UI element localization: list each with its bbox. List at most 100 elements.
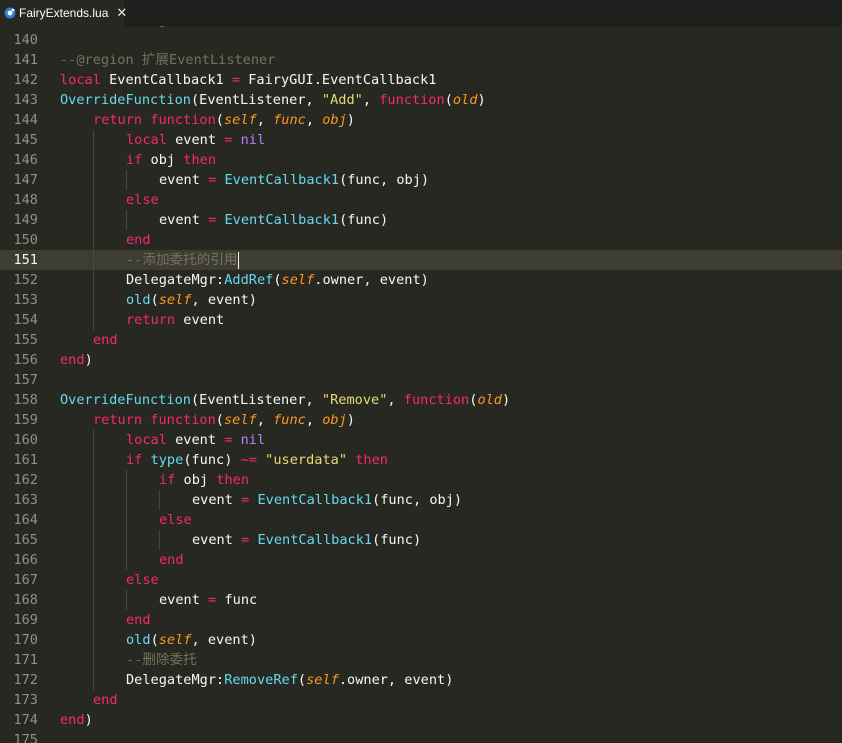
code-token: obj xyxy=(322,412,347,428)
code-text: end) xyxy=(60,350,93,370)
code-lines: 139--@endregion140141--@region 扩展EventLi… xyxy=(0,26,842,743)
code-line[interactable]: 165 event = EventCallback1(func) xyxy=(0,530,842,550)
code-token: return xyxy=(93,112,143,128)
code-line[interactable]: 145 local event = nil xyxy=(0,130,842,150)
code-token: ( xyxy=(215,112,224,128)
indent-guide xyxy=(93,610,94,630)
code-token: EventCallback1 xyxy=(257,532,373,548)
line-number: 169 xyxy=(13,612,38,628)
code-text: else xyxy=(126,190,159,210)
code-line[interactable]: 170 old(self, event) xyxy=(0,630,842,650)
code-text: local event = nil xyxy=(126,130,265,150)
line-number: 154 xyxy=(13,312,38,328)
code-line[interactable]: 157 xyxy=(0,370,842,390)
code-token: else xyxy=(126,192,159,208)
code-line[interactable]: 174 end) xyxy=(0,710,842,730)
code-text: return function(self, func, obj) xyxy=(93,110,355,130)
line-number: 141 xyxy=(13,52,38,68)
code-line[interactable]: 162 if obj then xyxy=(0,470,842,490)
code-token: end xyxy=(126,232,151,248)
code-text: else xyxy=(159,510,192,530)
code-line[interactable]: 152 DelegateMgr:AddRef(self.owner, event) xyxy=(0,270,842,290)
code-token: , xyxy=(362,92,380,108)
line-number: 144 xyxy=(13,112,38,128)
code-token: OverrideFunction xyxy=(60,92,191,108)
indent-guide xyxy=(93,630,94,650)
code-line[interactable]: 158 OverrideFunction(EventListener, "Remo… xyxy=(0,390,842,410)
code-line[interactable]: 151 --添加委托的引用 xyxy=(0,250,842,270)
code-token: func xyxy=(216,592,258,608)
code-line[interactable]: 142 local EventCallback1 = FairyGUI.Event… xyxy=(0,70,842,90)
code-token: , event) xyxy=(191,632,257,648)
code-token: event xyxy=(192,532,242,548)
code-text: end xyxy=(159,550,184,570)
line-number: 157 xyxy=(13,372,38,388)
code-token: AddRef xyxy=(224,272,274,288)
code-token: func xyxy=(273,112,306,128)
close-icon[interactable]: ✕ xyxy=(116,5,127,21)
line-number: 143 xyxy=(13,92,38,108)
code-token: ) xyxy=(346,412,355,428)
code-line[interactable]: 140 xyxy=(0,30,842,50)
code-token: function xyxy=(403,392,470,408)
indent-guide xyxy=(93,130,94,150)
line-number: 164 xyxy=(13,512,38,528)
code-line[interactable]: 163 event = EventCallback1(func, obj) xyxy=(0,490,842,510)
code-line[interactable]: 169 end xyxy=(0,610,842,630)
code-line[interactable]: 160 local event = nil xyxy=(0,430,842,450)
code-line[interactable]: 147 event = EventCallback1(func, obj) xyxy=(0,170,842,190)
line-number: 159 xyxy=(13,412,38,428)
code-text: OverrideFunction(EventListener, "Remove"… xyxy=(60,390,510,410)
code-token: ( xyxy=(444,92,453,108)
code-token: end xyxy=(126,612,151,628)
line-number: 152 xyxy=(13,272,38,288)
code-token: "userdata" xyxy=(265,452,348,468)
code-token: RemoveRef xyxy=(224,672,298,688)
code-line[interactable]: 166 end xyxy=(0,550,842,570)
line-number: 146 xyxy=(13,152,38,168)
code-line[interactable]: 156 end) xyxy=(0,350,842,370)
line-number: 149 xyxy=(13,212,38,228)
code-token: EventCallback1 xyxy=(224,172,340,188)
code-line[interactable]: 171 --删除委托 xyxy=(0,650,842,670)
code-line[interactable]: 143 OverrideFunction(EventListener, "Add"… xyxy=(0,90,842,110)
indent-guide xyxy=(93,190,94,210)
indent-guide xyxy=(126,530,127,550)
code-line[interactable]: 146 if obj then xyxy=(0,150,842,170)
code-text: event = EventCallback1(func) xyxy=(192,530,421,550)
code-text: else xyxy=(126,570,159,590)
line-number: 162 xyxy=(13,472,38,488)
code-line[interactable]: 148 else xyxy=(0,190,842,210)
code-token: nil xyxy=(240,432,266,448)
code-line[interactable]: 175 xyxy=(0,730,842,743)
line-number: 175 xyxy=(13,732,38,743)
code-token: local xyxy=(126,132,167,148)
code-line[interactable]: 173 end xyxy=(0,690,842,710)
line-number: 165 xyxy=(13,532,38,548)
tab-fairyextends-lua[interactable]: FairyExtends.lua ✕ xyxy=(0,0,127,26)
code-line[interactable]: 159 return function(self, func, obj) xyxy=(0,410,842,430)
line-number: 174 xyxy=(13,712,38,728)
code-token: end xyxy=(93,332,118,348)
code-line[interactable]: 153 old(self, event) xyxy=(0,290,842,310)
code-line[interactable]: 154 return event xyxy=(0,310,842,330)
code-line[interactable]: 167 else xyxy=(0,570,842,590)
code-line[interactable]: 155 end xyxy=(0,330,842,350)
code-line[interactable]: 141 --@region 扩展EventListener xyxy=(0,50,842,70)
code-line[interactable]: 150 end xyxy=(0,230,842,250)
code-editor[interactable]: 139--@endregion140141--@region 扩展EventLi… xyxy=(0,26,842,743)
code-token: --@endregion xyxy=(93,26,191,28)
code-line[interactable]: 149 event = EventCallback1(func) xyxy=(0,210,842,230)
code-token: OverrideFunction xyxy=(60,392,191,408)
indent-guide xyxy=(93,230,94,250)
code-token: (func) xyxy=(339,212,389,228)
code-line[interactable]: 161 if type(func) ~= "userdata" then xyxy=(0,450,842,470)
code-token: ~= xyxy=(240,452,257,468)
code-line[interactable]: 144 return function(self, func, obj) xyxy=(0,110,842,130)
indent-guide xyxy=(93,310,94,330)
code-token: EventCallback1 xyxy=(224,212,340,228)
code-line[interactable]: 172 DelegateMgr:RemoveRef(self.owner, eve… xyxy=(0,670,842,690)
code-line[interactable]: 164 else xyxy=(0,510,842,530)
code-line[interactable]: 168 event = func xyxy=(0,590,842,610)
